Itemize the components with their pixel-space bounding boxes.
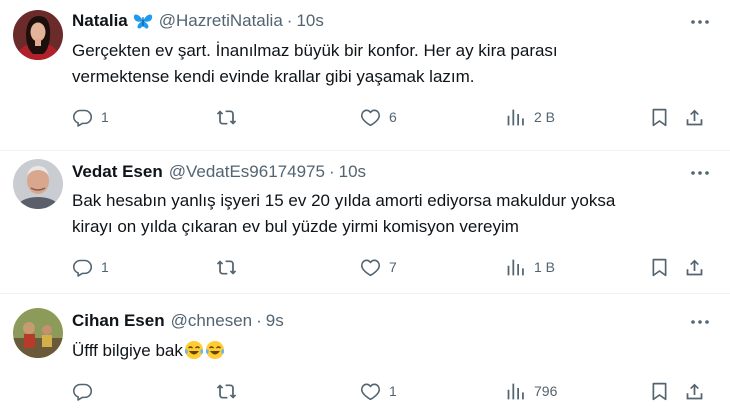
tweet-text-line: vermektense kendi evinde krallar gibi ya… [72, 67, 475, 86]
tweet-text: Bak hesabın yanlış işyeri 15 ev 20 yılda… [72, 188, 712, 240]
retweet-icon [216, 383, 237, 399]
tweet-text-line: Gerçekten ev şart. İnanılmaz büyük bir k… [72, 41, 558, 60]
tweet-text-line: Bak hesabın yanlış işyeri 15 ev 20 yılda… [72, 191, 616, 210]
like-button[interactable]: 1 [360, 379, 397, 403]
share-icon [686, 383, 703, 399]
tweet-text-body: Üfff bilgiye bak [72, 341, 183, 360]
share-icon [686, 109, 703, 125]
tweet-text: Gerçekten ev şart. İnanılmaz büyük bir k… [72, 38, 712, 90]
handle[interactable]: @VedatEs96174975 [169, 162, 325, 182]
action-bar: 1 6 2 B [72, 105, 712, 129]
tweet-header: Natalia @HazretiNatalia · 10s [72, 10, 324, 32]
butterfly-icon [133, 12, 153, 30]
action-bar: 1 7 1 B [72, 255, 712, 279]
like-count: 7 [389, 259, 397, 275]
tweet-3[interactable]: Cihan Esen @chnesen · 9s Üfff bilgiye ba… [0, 294, 730, 420]
handle[interactable]: @chnesen [171, 311, 253, 331]
avatar[interactable] [13, 308, 63, 358]
bookmark-button[interactable] [649, 105, 670, 129]
like-button[interactable]: 6 [360, 105, 397, 129]
view-count: 1 B [534, 259, 556, 275]
face-with-tears-of-joy-icon [205, 340, 225, 360]
tweet-1[interactable]: Natalia @HazretiNatalia · 10s Gerçekten … [0, 0, 730, 150]
separator-dot: · [328, 162, 335, 181]
share-button[interactable] [684, 105, 705, 129]
avatar[interactable] [13, 10, 63, 60]
timestamp[interactable]: 10s [339, 162, 366, 182]
face-with-tears-of-joy-icon [184, 340, 204, 360]
heart-icon [360, 383, 381, 400]
retweet-button[interactable] [216, 379, 245, 403]
bookmark-icon [652, 258, 667, 276]
view-count: 796 [534, 383, 558, 399]
share-button[interactable] [684, 379, 705, 403]
reply-button[interactable]: 1 [72, 255, 109, 279]
display-name[interactable]: Vedat Esen [72, 162, 163, 182]
share-button[interactable] [684, 255, 705, 279]
reply-icon [72, 109, 93, 127]
tweet-2[interactable]: Vedat Esen @VedatEs96174975 · 10s Bak he… [0, 151, 730, 293]
more-options-icon[interactable] [688, 163, 712, 183]
views-icon [507, 383, 524, 399]
tweet-header: Vedat Esen @VedatEs96174975 · 10s [72, 161, 366, 183]
timestamp[interactable]: 9s [266, 311, 284, 331]
views-button[interactable]: 2 B [505, 105, 555, 129]
more-options-icon[interactable] [688, 312, 712, 332]
bookmark-button[interactable] [649, 379, 670, 403]
separator-dot: · [256, 311, 262, 330]
bookmark-button[interactable] [649, 255, 670, 279]
retweet-icon [216, 109, 237, 125]
reply-icon [72, 383, 93, 401]
action-bar: 1 796 [72, 379, 712, 403]
views-icon [507, 259, 524, 275]
tweet-text-line: kirayı on yılda çıkaran ev bul yüzde yir… [72, 217, 519, 236]
heart-icon [360, 109, 381, 126]
view-count: 2 B [534, 109, 556, 125]
reply-count: 1 [101, 259, 109, 275]
timestamp[interactable]: 10s [296, 11, 323, 31]
share-icon [686, 259, 703, 275]
bookmark-icon [652, 108, 667, 126]
tweet-header: Cihan Esen @chnesen · 9s [72, 310, 284, 332]
views-icon [507, 109, 524, 125]
bookmark-icon [652, 382, 667, 400]
retweet-button[interactable] [216, 255, 245, 279]
reply-button[interactable]: 1 [72, 105, 109, 129]
display-name[interactable]: Natalia [72, 11, 128, 31]
like-button[interactable]: 7 [360, 255, 397, 279]
like-count: 6 [389, 109, 397, 125]
retweet-button[interactable] [216, 105, 245, 129]
retweet-icon [216, 259, 237, 275]
heart-icon [360, 259, 381, 276]
views-button[interactable]: 1 B [505, 255, 555, 279]
avatar[interactable] [13, 159, 63, 209]
reply-icon [72, 259, 93, 277]
like-count: 1 [389, 383, 397, 399]
separator-dot: · [286, 11, 293, 30]
views-button[interactable]: 796 [505, 379, 557, 403]
display-name[interactable]: Cihan Esen [72, 311, 165, 331]
handle[interactable]: @HazretiNatalia [159, 11, 283, 31]
tweet-text: Üfff bilgiye bak [72, 338, 712, 364]
reply-count: 1 [101, 109, 109, 125]
more-options-icon[interactable] [688, 12, 712, 32]
reply-button[interactable] [72, 379, 101, 403]
